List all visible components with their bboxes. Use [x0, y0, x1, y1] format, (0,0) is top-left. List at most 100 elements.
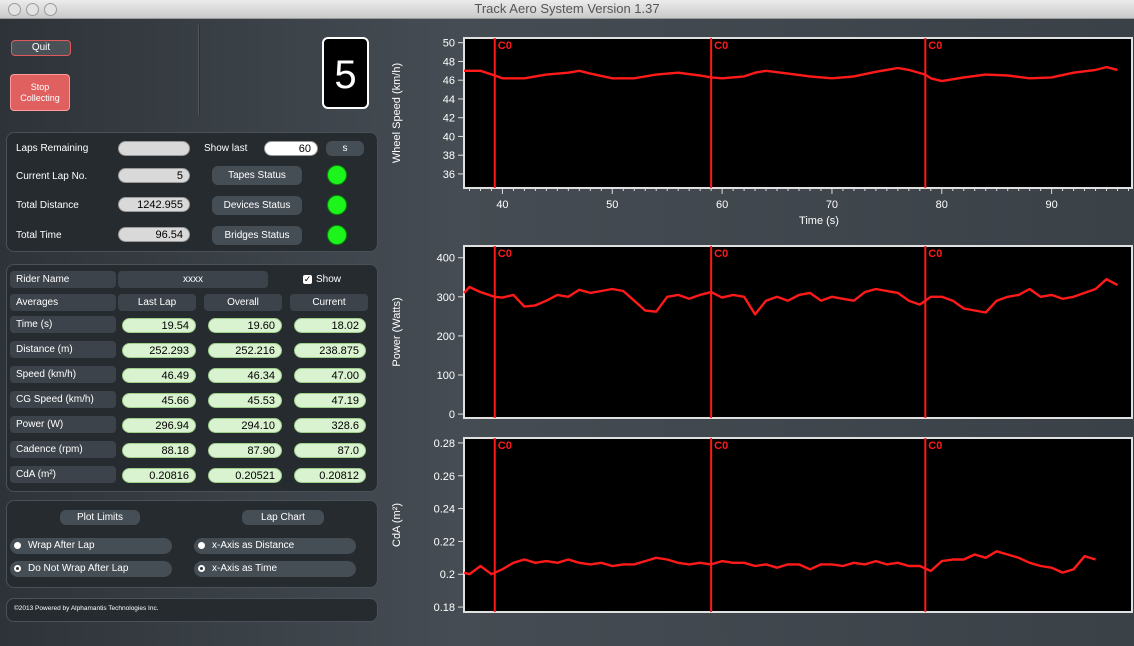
- lap-marker-label: C0: [928, 248, 942, 260]
- table-cell: 19.60: [208, 318, 282, 333]
- table-cell: 46.34: [208, 368, 282, 383]
- show-last-label: Show last: [204, 143, 248, 154]
- show-checkbox[interactable]: ✓: [303, 275, 312, 284]
- row-label: Time (s): [10, 316, 116, 333]
- stop-collecting-button[interactable]: Stop Collecting: [10, 74, 70, 111]
- x-axis-label: Time (s): [799, 215, 839, 227]
- divider: [198, 25, 200, 115]
- y-tick-label: 0.18: [434, 602, 455, 614]
- rider-name-label: Rider Name: [10, 271, 116, 288]
- row-label: Cadence (rpm): [10, 441, 116, 458]
- y-tick-label: 200: [437, 331, 455, 343]
- table-cell: 19.54: [122, 318, 196, 333]
- quit-button[interactable]: Quit: [11, 40, 71, 56]
- table-cell: 0.20521: [208, 468, 282, 483]
- y-axis-label: Power (Watts): [391, 297, 403, 366]
- lap-marker-label: C0: [714, 440, 728, 452]
- lap-marker-label: C0: [498, 248, 512, 260]
- y-tick-label: 48: [443, 56, 455, 68]
- row-label: CG Speed (km/h): [10, 391, 116, 408]
- lap-marker-label: C0: [498, 40, 512, 52]
- table-cell: 45.53: [208, 393, 282, 408]
- table-cell: 0.20812: [294, 468, 366, 483]
- y-tick-label: 100: [437, 370, 455, 382]
- radio-label: x-Axis as Distance: [212, 540, 295, 551]
- x-axis-time-radio[interactable]: x-Axis as Time: [194, 561, 356, 577]
- show-last-unit-button[interactable]: s: [326, 141, 364, 156]
- radio-label: Do Not Wrap After Lap: [28, 563, 129, 574]
- plot-area: [463, 437, 1133, 613]
- y-tick-label: 0.22: [434, 536, 455, 548]
- table-cell: 252.216: [208, 343, 282, 358]
- y-tick-label: 0.26: [434, 471, 455, 483]
- y-tick-label: 46: [443, 75, 455, 87]
- rider-name-field[interactable]: xxxx: [118, 271, 268, 288]
- plot-limits-button[interactable]: Plot Limits: [60, 510, 140, 525]
- x-tick-label: 90: [1045, 199, 1057, 211]
- radio-label: Wrap After Lap: [28, 540, 95, 551]
- wrap-after-lap-radio[interactable]: Wrap After Lap: [10, 538, 172, 554]
- table-cell: 88.18: [122, 443, 196, 458]
- table-cell: 87.0: [294, 443, 366, 458]
- tapes-status-button[interactable]: Tapes Status: [212, 166, 302, 185]
- minimize-window-icon[interactable]: [26, 3, 39, 16]
- devices-status-button[interactable]: Devices Status: [212, 196, 302, 215]
- wheel-speed-chart[interactable]: 36 38 40 42 44 46 48 50 Wheel Speed (km/h) 40 50 60…: [384, 28, 1134, 233]
- plot-area: [463, 245, 1133, 419]
- radio-indicator: [14, 565, 21, 572]
- plot-area: [463, 37, 1133, 189]
- lap-counter-display: 5: [322, 37, 369, 109]
- power-chart[interactable]: 0 100 200 300 400 Power (Watts) C0 C0 C0: [384, 238, 1134, 428]
- window-title: Track Aero System Version 1.37: [474, 1, 660, 16]
- y-tick-label: 0.28: [434, 438, 455, 450]
- y-tick-label: 44: [443, 94, 455, 106]
- y-tick-label: 0.24: [434, 504, 455, 516]
- x-tick-label: 40: [496, 199, 508, 211]
- table-cell: 294.10: [208, 418, 282, 433]
- y-tick-label: 0.2: [440, 569, 455, 581]
- laps-remaining-field[interactable]: [118, 141, 190, 156]
- y-tick-label: 400: [437, 253, 455, 265]
- y-axis-label: CdA (m²): [391, 503, 403, 547]
- total-time-field[interactable]: 96.54: [118, 227, 190, 242]
- lap-chart-button[interactable]: Lap Chart: [242, 510, 324, 525]
- laps-remaining-label: Laps Remaining: [16, 143, 89, 154]
- show-last-field[interactable]: 60: [264, 141, 318, 156]
- total-distance-field[interactable]: 1242.955: [118, 197, 190, 212]
- row-label: CdA (m²): [10, 466, 116, 483]
- table-cell: 238.875: [294, 343, 366, 358]
- lap-marker-label: C0: [714, 40, 728, 52]
- radio-indicator: [14, 542, 21, 549]
- zoom-window-icon[interactable]: [44, 3, 57, 16]
- table-cell: 252.293: [122, 343, 196, 358]
- table-cell: 47.00: [294, 368, 366, 383]
- radio-label: x-Axis as Time: [212, 563, 278, 574]
- y-tick-label: 42: [443, 113, 455, 125]
- do-not-wrap-radio[interactable]: Do Not Wrap After Lap: [10, 561, 172, 577]
- row-label: Power (W): [10, 416, 116, 433]
- devices-status-led: [327, 195, 347, 215]
- lap-marker-label: C0: [928, 440, 942, 452]
- table-cell: 0.20816: [122, 468, 196, 483]
- copyright-text: ©2013 Powered by Alphamantis Technologie…: [14, 605, 159, 612]
- close-window-icon[interactable]: [8, 3, 21, 16]
- y-tick-label: 36: [443, 169, 455, 181]
- y-axis-label: Wheel Speed (km/h): [391, 63, 403, 163]
- current-lap-field[interactable]: 5: [118, 168, 190, 183]
- lap-marker-label: C0: [714, 248, 728, 260]
- x-axis-distance-radio[interactable]: x-Axis as Distance: [194, 538, 356, 554]
- table-cell: 328.6: [294, 418, 366, 433]
- bridges-status-button[interactable]: Bridges Status: [212, 226, 302, 245]
- y-tick-label: 50: [443, 38, 455, 50]
- averages-label: Averages: [10, 294, 116, 311]
- col-overall: Overall: [204, 294, 282, 311]
- title-bar: Track Aero System Version 1.37: [0, 0, 1134, 19]
- bridges-status-led: [327, 225, 347, 245]
- show-label: Show: [316, 274, 342, 285]
- y-tick-label: 38: [443, 150, 455, 162]
- cda-chart[interactable]: 0.18 0.2 0.22 0.24 0.26 0.28 CdA (m²) C0 C0 C0: [384, 432, 1134, 618]
- y-tick-label: 300: [437, 292, 455, 304]
- current-lap-label: Current Lap No.: [16, 171, 88, 182]
- radio-indicator: [198, 565, 205, 572]
- table-cell: 18.02: [294, 318, 366, 333]
